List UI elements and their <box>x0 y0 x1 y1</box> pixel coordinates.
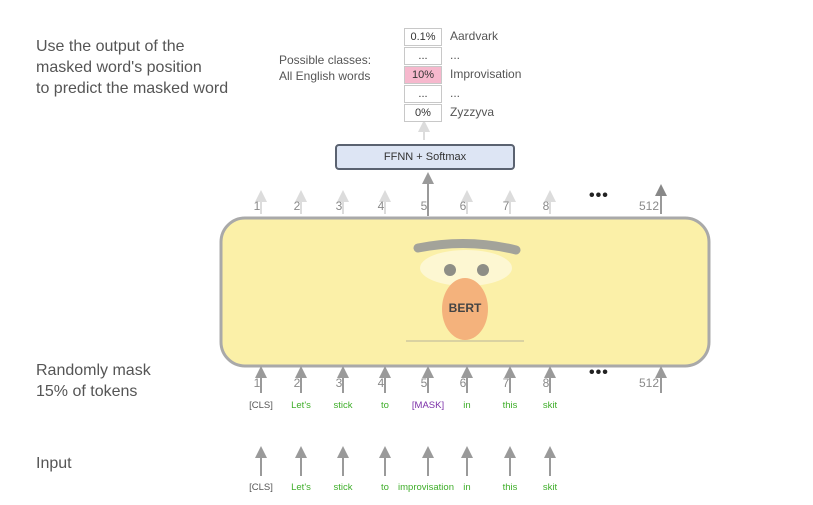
probability-word: ... <box>450 48 461 62</box>
output-position-number: 4 <box>377 199 385 213</box>
masked-position-number: 1 <box>253 376 261 390</box>
output-position-number: 6 <box>459 199 467 213</box>
possible-classes-label: Possible classes: All English words <box>279 52 371 84</box>
probability-word: Improvisation <box>450 67 522 81</box>
ffnn-softmax-box: FFNN + Softmax <box>335 144 515 170</box>
masked-position-number: 5 <box>420 376 428 390</box>
bert-left-eye <box>444 264 456 276</box>
masked-token: Let's <box>291 400 311 411</box>
probability-value: ... <box>404 47 442 65</box>
ffnn-label: FFNN + Softmax <box>383 151 467 163</box>
possible-classes-line: All English words <box>279 69 371 83</box>
bert-right-eye <box>477 264 489 276</box>
masked-position-number: 2 <box>293 376 301 390</box>
probability-value: 0.1% <box>404 28 442 46</box>
input-token: in <box>463 482 471 493</box>
masked-ellipsis: ••• <box>589 364 609 381</box>
probability-value: ... <box>404 85 442 103</box>
masked-token: [CLS] <box>249 400 273 411</box>
probability-row: 0% Zyzzyva <box>404 104 524 122</box>
output-position-number: 1 <box>253 199 261 213</box>
probability-word: Zyzzyva <box>450 105 495 119</box>
output-position-number: 3 <box>335 199 343 213</box>
output-position-number: 5 <box>420 199 428 213</box>
probability-value: 0% <box>404 104 442 122</box>
probability-row: ...... <box>404 85 524 103</box>
masked-token: this <box>502 400 518 411</box>
masked-position-number: 6 <box>459 376 467 390</box>
masked-token: to <box>381 400 389 411</box>
input-token: skit <box>542 482 558 493</box>
probability-row: 10% Improvisation <box>404 66 524 84</box>
bert-label: BERT <box>448 301 482 315</box>
possible-classes-line: Possible classes: <box>279 53 372 67</box>
masked-position-number: 7 <box>502 376 510 390</box>
output-position-number: 8 <box>542 199 550 213</box>
masked-position-number: 512 <box>638 376 660 390</box>
output-position-number: 7 <box>502 199 510 213</box>
probability-row: 0.1% Aardvark <box>404 28 524 46</box>
masked-token: [MASK] <box>411 400 445 411</box>
output-ellipsis: ••• <box>589 187 609 204</box>
masked-token: in <box>463 400 471 411</box>
masked-position-number: 3 <box>335 376 343 390</box>
input-token: improvisation <box>398 482 454 493</box>
masked-position-number: 4 <box>377 376 385 390</box>
probability-word: ... <box>450 86 461 100</box>
masked-position-number: 8 <box>542 376 550 390</box>
output-position-number: 512 <box>638 199 660 213</box>
input-token: this <box>502 482 518 493</box>
masked-token: skit <box>542 400 558 411</box>
input-token: [CLS] <box>249 482 273 493</box>
output-position-number: 2 <box>293 199 301 213</box>
probability-row: ...... <box>404 47 524 65</box>
input-token: to <box>381 482 389 493</box>
masked-token: stick <box>333 400 353 411</box>
probability-word: Aardvark <box>450 29 499 43</box>
input-token: Let's <box>291 482 311 493</box>
probability-value: 10% <box>404 66 442 84</box>
input-token: stick <box>333 482 353 493</box>
